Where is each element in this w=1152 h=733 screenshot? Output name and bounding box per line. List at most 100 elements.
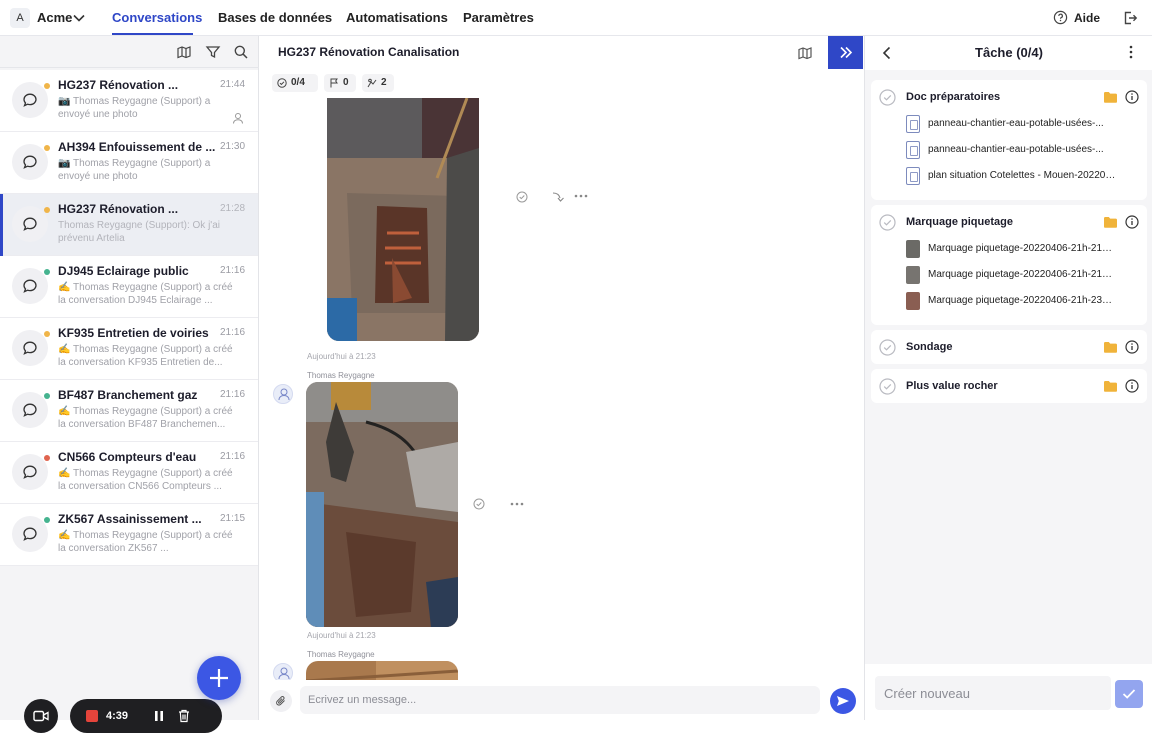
attachment-name: Marquage piquetage-20220406-21h-21m-... xyxy=(928,243,1120,254)
photo-excavator[interactable] xyxy=(306,382,458,627)
folder-icon[interactable] xyxy=(1103,341,1118,353)
create-task-confirm-button[interactable] xyxy=(1115,680,1143,708)
chevron-down-icon[interactable] xyxy=(72,11,86,25)
info-icon[interactable] xyxy=(1125,379,1139,393)
conversation-preview: ✍️ Thomas Reygagne (Support) a créé la c… xyxy=(58,530,233,554)
nav-automations[interactable]: Automatisations xyxy=(346,10,448,25)
chat-bubble-icon xyxy=(23,217,37,231)
task-item[interactable]: Plus value rocher xyxy=(871,369,1147,403)
trash-icon[interactable] xyxy=(178,709,190,723)
folder-icon[interactable] xyxy=(1103,91,1118,103)
check-circle-icon[interactable] xyxy=(879,89,896,106)
reply-icon[interactable] xyxy=(552,191,566,203)
photo-site[interactable] xyxy=(306,661,458,680)
more-vertical-icon[interactable] xyxy=(1129,45,1133,59)
conversation-item[interactable]: DJ945 Eclairage public 21:16 ✍️ Thomas Rey… xyxy=(0,256,258,318)
conversation-preview: ✍️ Thomas Reygagne (Support) a créé la c… xyxy=(58,282,233,306)
conversation-time: 21:16 xyxy=(220,265,246,276)
workspace-avatar[interactable]: A xyxy=(10,8,30,28)
conversation-item[interactable]: CN566 Compteurs d'eau 21:16 ✍️ Thomas Reyg… xyxy=(0,442,258,504)
folder-icon[interactable] xyxy=(1103,216,1118,228)
photo-thumbnail xyxy=(906,292,920,310)
conversation-item[interactable]: KF935 Entretien de voiries 21:16 ✍️ Thomas… xyxy=(0,318,258,380)
attach-button[interactable] xyxy=(270,690,292,712)
check-circle-icon[interactable] xyxy=(879,378,896,395)
sender-avatar xyxy=(273,663,293,680)
nav-conversations[interactable]: Conversations xyxy=(112,10,202,25)
excavator-photo-image xyxy=(306,382,458,627)
attachment-item[interactable]: Marquage piquetage-20220406-21h-21m-... xyxy=(906,238,1142,260)
more-horizontal-icon[interactable] xyxy=(574,194,588,198)
attachment-name: plan situation Cotelettes - Mouen-202204… xyxy=(928,170,1120,181)
message-input[interactable] xyxy=(300,686,820,714)
video-camera-icon xyxy=(33,710,49,722)
conversation-time: 21:16 xyxy=(220,451,246,462)
recording-time: 4:39 xyxy=(106,710,129,722)
attachment-item[interactable]: Marquage piquetage-20220406-21h-23m-... xyxy=(906,290,1142,312)
search-icon[interactable] xyxy=(233,44,249,60)
checkmark-icon xyxy=(1122,689,1136,699)
folder-icon[interactable] xyxy=(1103,380,1118,392)
help-label[interactable]: Aide xyxy=(1074,11,1100,25)
logout-icon[interactable] xyxy=(1122,10,1138,26)
check-circle-icon[interactable] xyxy=(879,339,896,356)
task-progress-chip[interactable]: 0/4 xyxy=(272,74,318,92)
map-icon[interactable] xyxy=(797,45,813,61)
nav-settings[interactable]: Paramètres xyxy=(463,10,534,25)
conversation-title: AH394 Enfouissement de ... xyxy=(58,140,216,154)
pause-icon[interactable] xyxy=(154,710,164,722)
check-circle-icon[interactable] xyxy=(516,191,528,203)
map-icon[interactable] xyxy=(176,44,192,60)
worker-chip[interactable]: 2 xyxy=(362,74,394,92)
create-task-input[interactable] xyxy=(875,676,1111,710)
stop-recording-button[interactable] xyxy=(86,710,98,722)
attachment-name: Marquage piquetage-20220406-21h-23m-... xyxy=(928,295,1120,306)
filter-icon[interactable] xyxy=(205,44,221,60)
flag-chip[interactable]: 0 xyxy=(324,74,356,92)
photo-trench[interactable] xyxy=(327,98,479,341)
info-icon[interactable] xyxy=(1125,215,1139,229)
attachment-name: panneau-chantier-eau-potable-usées-... xyxy=(928,144,1104,155)
attachment-item[interactable]: panneau-chantier-eau-potable-usées-... xyxy=(906,139,1142,161)
info-icon[interactable] xyxy=(1125,340,1139,354)
conversation-avatar xyxy=(12,206,48,242)
new-conversation-button[interactable] xyxy=(197,656,241,700)
check-circle-icon[interactable] xyxy=(879,214,896,231)
nav-databases[interactable]: Bases de données xyxy=(218,10,332,25)
attachment-item[interactable]: panneau-chantier-eau-potable-usées-... xyxy=(906,113,1142,135)
attachment-item[interactable]: plan situation Cotelettes - Mouen-202204… xyxy=(906,165,1142,187)
message-composer xyxy=(260,680,863,720)
conversation-time: 21:16 xyxy=(220,389,246,400)
chat-area: HG237 Rénovation Canalisation 0/4 0 2 Au… xyxy=(260,36,863,720)
conversation-item[interactable]: ZK567 Assainissement ... 21:15 ✍️ Thomas R… xyxy=(0,504,258,566)
task-progress: 0/4 xyxy=(291,77,305,88)
task-item[interactable]: Marquage piquetage Marquage piquetage-202… xyxy=(871,205,1147,325)
conversation-item[interactable]: BF487 Branchement gaz 21:16 ✍️ Thomas Reyg… xyxy=(0,380,258,442)
collapse-panel-button[interactable] xyxy=(828,36,863,69)
task-item[interactable]: Sondage xyxy=(871,330,1147,364)
attachment-name: panneau-chantier-eau-potable-usées-... xyxy=(928,118,1104,129)
camera-button[interactable] xyxy=(24,699,58,733)
conversation-item[interactable]: HG237 Rénovation ... 21:44 📷 Thomas Reygag… xyxy=(0,70,258,132)
status-dot xyxy=(44,269,50,275)
attachment-item[interactable]: Marquage piquetage-20220406-21h-21m-... xyxy=(906,264,1142,286)
info-icon[interactable] xyxy=(1125,90,1139,104)
message-sender: Thomas Reygagne xyxy=(307,371,375,380)
site-photo-image xyxy=(306,661,458,680)
user-icon[interactable] xyxy=(232,112,244,124)
conversation-title: CN566 Compteurs d'eau xyxy=(58,450,197,464)
conversation-title: BF487 Branchement gaz xyxy=(58,388,198,402)
conversation-preview: ✍️ Thomas Reygagne (Support) a créé la c… xyxy=(58,344,233,368)
send-button[interactable] xyxy=(830,688,856,714)
conversation-item[interactable]: HG237 Rénovation ... 21:28 Thomas Reygagne… xyxy=(0,194,258,256)
user-avatar-icon xyxy=(278,667,290,680)
conversation-sidebar: HG237 Rénovation ... 21:44 📷 Thomas Reygag… xyxy=(0,36,259,733)
more-horizontal-icon[interactable] xyxy=(510,502,524,506)
recording-pill: 4:39 xyxy=(70,699,222,733)
workspace-name[interactable]: Acme xyxy=(37,10,72,25)
check-circle-icon[interactable] xyxy=(473,498,485,510)
conversation-avatar xyxy=(12,82,48,118)
task-item[interactable]: Doc préparatoires panneau-chantier-eau-po… xyxy=(871,80,1147,200)
conversation-item[interactable]: AH394 Enfouissement de ... 21:30 📷 Thomas … xyxy=(0,132,258,194)
help-icon[interactable] xyxy=(1053,10,1068,25)
